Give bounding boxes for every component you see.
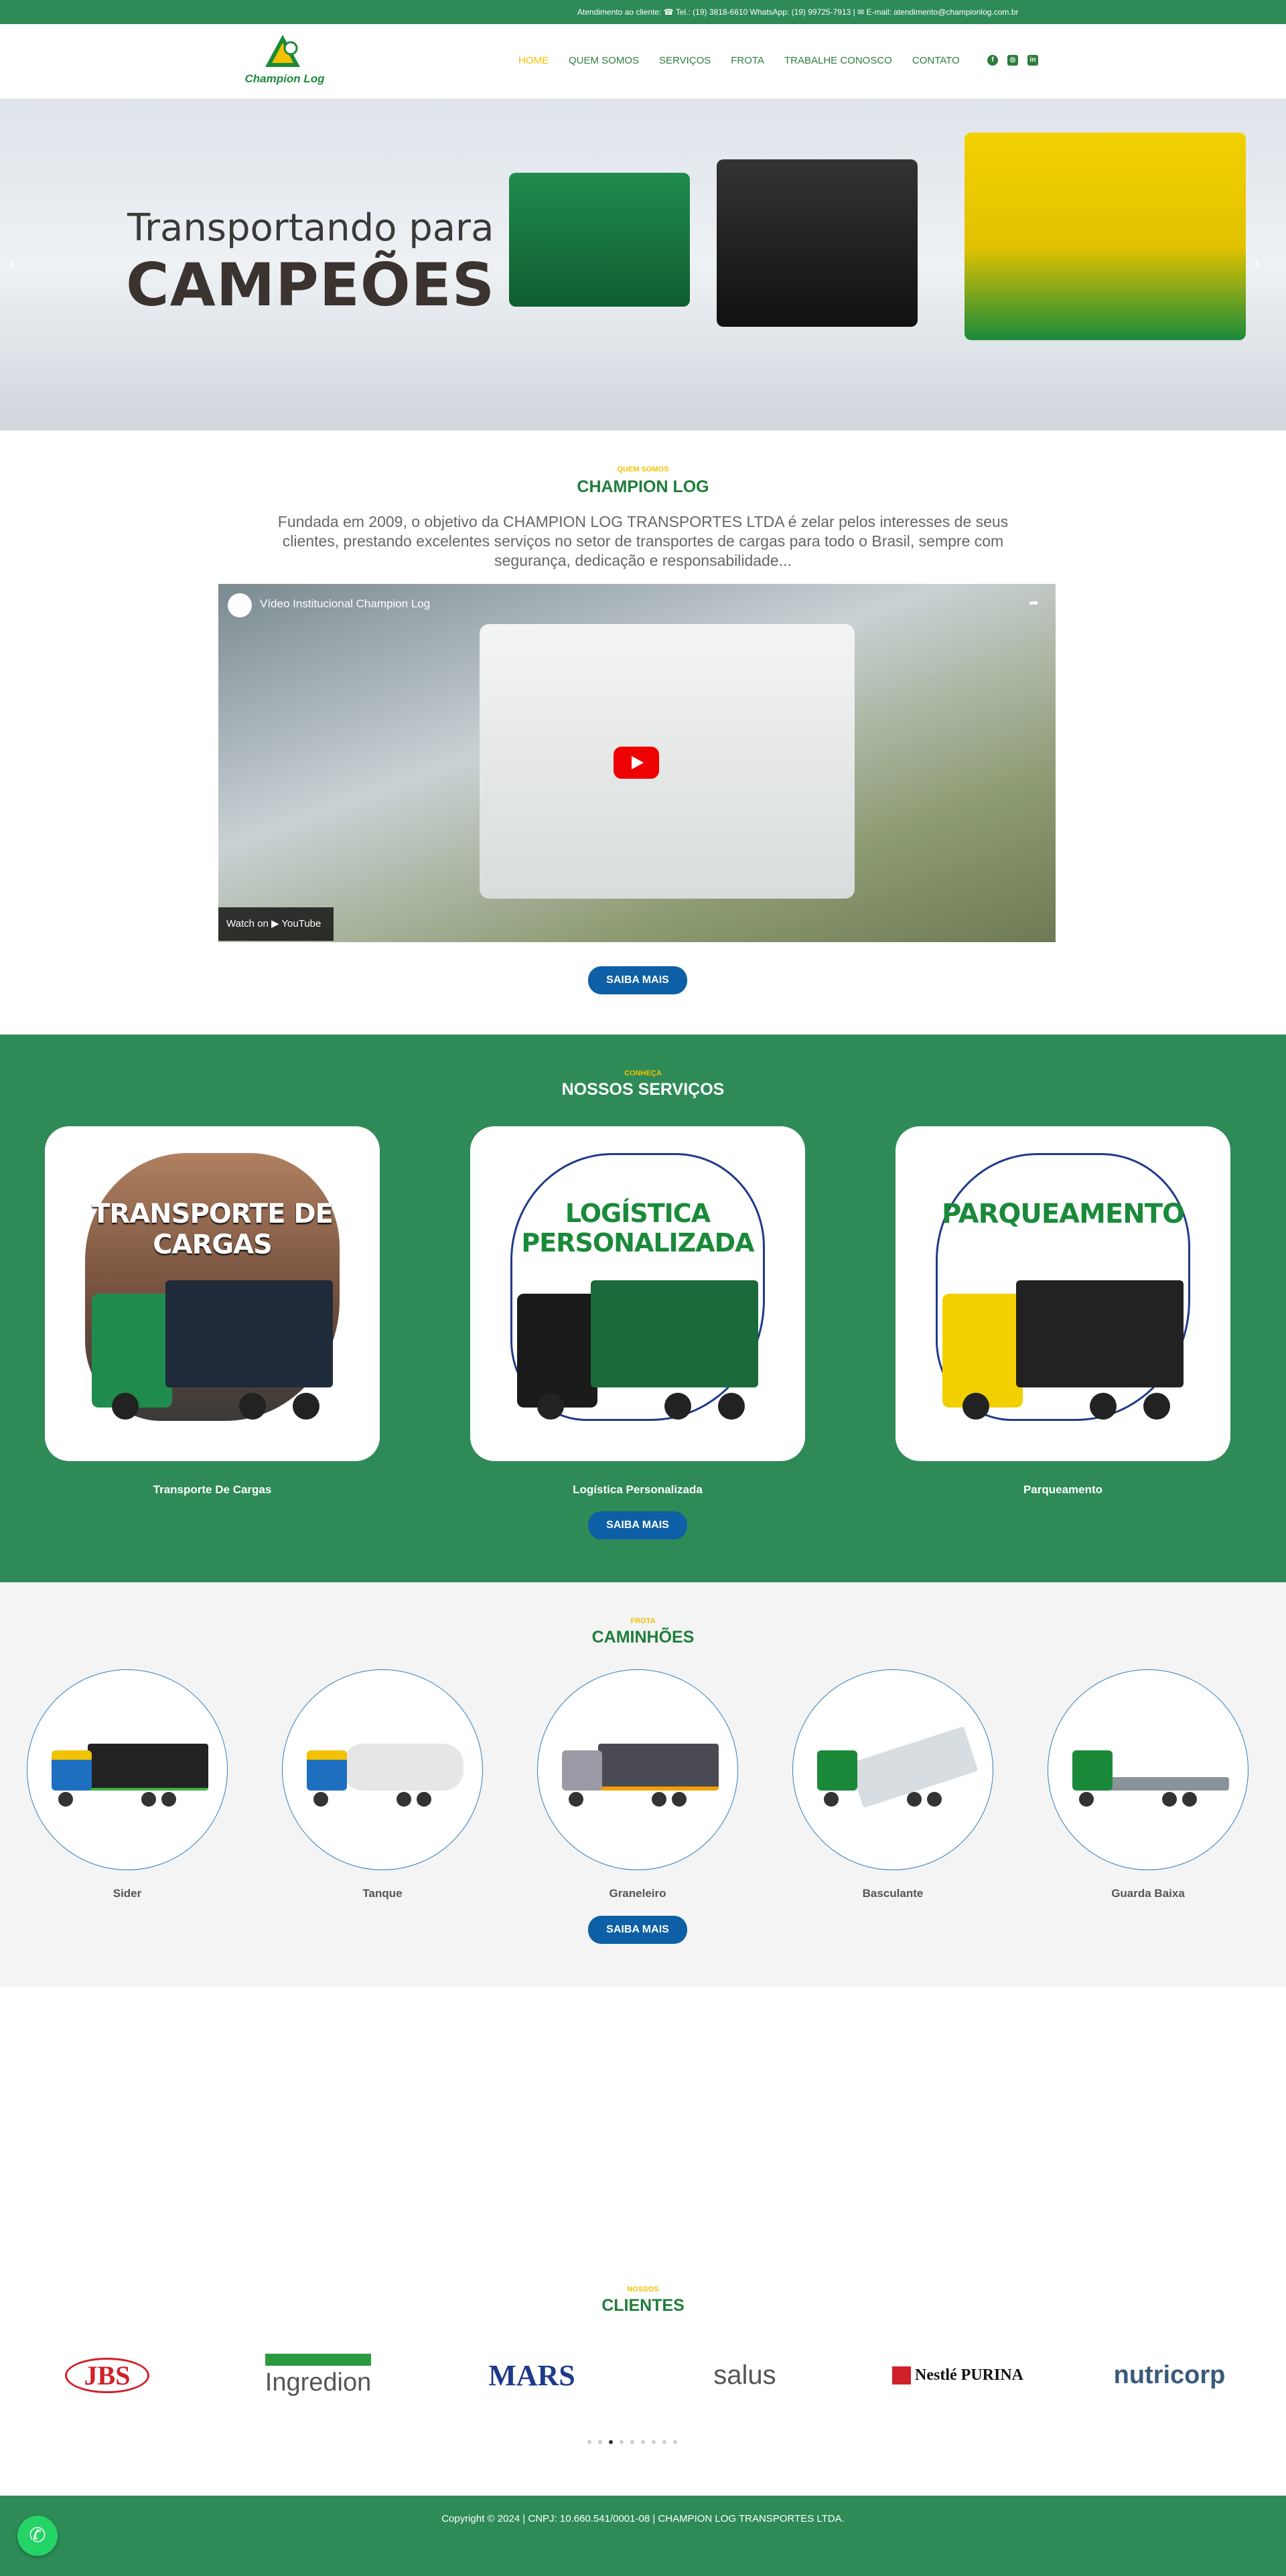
service-card-title: TRANSPORTE DE CARGAS (92, 1199, 334, 1260)
nav-contato[interactable]: CONTATO (912, 55, 960, 70)
video-title[interactable]: Vídeo Institucional Champion Log (260, 597, 430, 611)
hero-truck-black (717, 159, 918, 327)
hero-slider: Transportando para CAMPEÕES ‹ › (0, 99, 1286, 431)
clients-section: NOSSOS CLIENTES JBS Ingredion MARS salus… (0, 1987, 1286, 2496)
clients-title: CLIENTES (601, 2296, 685, 2315)
about-kicker: QUEM SOMOS (617, 465, 669, 473)
channel-avatar[interactable] (228, 593, 252, 617)
contact-info: Atendimento ao cliente: ☎ Tel.: (19) 381… (577, 7, 1019, 17)
service-card-transporte[interactable]: TRANSPORTE DE CARGAS (45, 1126, 380, 1461)
client-logo-ingredion: Ingredion (251, 2348, 385, 2402)
about-description: Fundada em 2009, o objetivo da CHAMPION … (277, 513, 1009, 569)
client-logo-mars: MARS (465, 2348, 599, 2402)
instagram-icon[interactable]: ◎ (1007, 55, 1018, 66)
about-title: CHAMPION LOG (577, 477, 709, 496)
watch-on-youtube[interactable]: Watch on ▶ YouTube (218, 907, 334, 941)
whatsapp-button-icon[interactable]: ✆ (17, 2516, 58, 2556)
client-logo-text: nutricorp (1113, 2360, 1226, 2389)
truck-image (942, 1280, 1184, 1421)
truck-image (92, 1280, 333, 1421)
top-info-bar: Atendimento ao cliente: ☎ Tel.: (19) 381… (0, 0, 1286, 24)
carousel-dot[interactable] (620, 2440, 624, 2444)
site-footer: Copyright © 2024 | CNPJ: 10.660.541/0001… (0, 2496, 1286, 2576)
carousel-dot[interactable] (630, 2440, 634, 2444)
fleet-item-graneleiro[interactable] (537, 1669, 738, 1870)
fleet-label: Basculante (862, 1887, 924, 1900)
carousel-dot[interactable] (673, 2440, 677, 2444)
client-logo-text: salus (713, 2360, 776, 2390)
carousel-dot[interactable] (652, 2440, 656, 2444)
fleet-title: CAMINHÕES (591, 1628, 695, 1647)
service-card-parqueamento[interactable]: PARQUEAMENTO (896, 1126, 1230, 1461)
slider-next-icon[interactable]: › (1254, 253, 1260, 275)
nav-servicos[interactable]: SERVIÇOS (659, 55, 711, 70)
footer-copyright: Copyright © 2024 | CNPJ: 10.660.541/0001… (441, 2513, 845, 2524)
video-truck-image (480, 624, 855, 899)
carousel-dot[interactable] (662, 2440, 666, 2444)
logo-mark-icon (265, 35, 300, 67)
fleet-label: Graneleiro (609, 1887, 666, 1900)
client-logo-nestle-purina: Nestlé PURINA (891, 2348, 1025, 2402)
service-label: Transporte De Cargas (153, 1483, 272, 1496)
truck-image (517, 1280, 758, 1421)
fleet-label: Tanque (362, 1887, 403, 1900)
play-button[interactable] (614, 747, 659, 779)
client-logo-text: Ingredion (265, 2353, 372, 2397)
fleet-label: Sider (113, 1887, 142, 1900)
client-logo-text: MARS (488, 2358, 575, 2392)
site-logo[interactable]: Champion Log (234, 33, 335, 88)
linkedin-icon[interactable]: in (1027, 55, 1038, 66)
site-header: Champion Log HOME QUEM SOMOS SERVIÇOS FR… (0, 24, 1286, 99)
carousel-dot[interactable] (587, 2440, 591, 2444)
about-saiba-mais-button[interactable]: SAIBA MAIS (588, 966, 687, 994)
service-card-logistica[interactable]: LOGÍSTICA PERSONALIZADA (470, 1126, 805, 1461)
fleet-item-tanque[interactable] (282, 1669, 483, 1870)
institutional-video[interactable]: Vídeo Institucional Champion Log ➦ Watch… (218, 584, 1056, 942)
carousel-dot-active[interactable] (609, 2440, 613, 2444)
fleet-item-guarda-baixa[interactable] (1048, 1669, 1248, 1870)
client-logo-salus: salus (678, 2348, 812, 2402)
nav-quem-somos[interactable]: QUEM SOMOS (569, 55, 639, 70)
fleet-label: Guarda Baixa (1111, 1887, 1185, 1900)
services-section: CONHEÇA NOSSOS SERVIÇOS TRANSPORTE DE CA… (0, 1035, 1286, 1582)
hero-headline-line1: Transportando para (127, 206, 494, 250)
nav-frota[interactable]: FROTA (731, 55, 764, 70)
hero-truck-green (509, 173, 690, 307)
nav-home[interactable]: HOME (518, 55, 549, 70)
client-logo-nutricorp: nutricorp (1102, 2348, 1236, 2402)
fleet-section: FROTA CAMINHÕES Sider Tanque Graneleiro … (0, 1582, 1286, 1987)
hero-truck-yellow (964, 133, 1246, 340)
service-label: Logística Personalizada (573, 1483, 703, 1496)
nav-trabalhe-conosco[interactable]: TRABALHE CONOSCO (784, 55, 892, 70)
main-nav: HOME QUEM SOMOS SERVIÇOS FROTA TRABALHE … (518, 55, 960, 70)
social-links: f ◎ in (987, 55, 1038, 66)
facebook-icon[interactable]: f (987, 55, 998, 66)
services-kicker: CONHEÇA (624, 1069, 662, 1077)
service-card-title: PARQUEAMENTO (941, 1199, 1185, 1229)
fleet-item-basculante[interactable] (792, 1669, 993, 1870)
service-card-title: LOGÍSTICA PERSONALIZADA (521, 1199, 754, 1258)
service-label: Parqueamento (1023, 1483, 1103, 1496)
share-icon[interactable]: ➦ (1029, 596, 1039, 610)
client-logo-text: JBS (64, 2357, 150, 2393)
hero-headline-line2: CAMPEÕES (126, 250, 496, 319)
carousel-dot[interactable] (641, 2440, 645, 2444)
services-title: NOSSOS SERVIÇOS (561, 1080, 725, 1099)
slider-prev-icon[interactable]: ‹ (9, 253, 15, 275)
carousel-dots (587, 2440, 677, 2444)
carousel-dot[interactable] (598, 2440, 602, 2444)
clients-kicker: NOSSOS (627, 2285, 659, 2293)
client-logo-jbs: JBS (40, 2348, 174, 2402)
fleet-saiba-mais-button[interactable]: SAIBA MAIS (588, 1916, 687, 1944)
client-logo-text: Nestlé PURINA (892, 2366, 1023, 2384)
services-saiba-mais-button[interactable]: SAIBA MAIS (588, 1511, 687, 1539)
fleet-item-sider[interactable] (27, 1669, 228, 1870)
about-section: QUEM SOMOS CHAMPION LOG Fundada em 2009,… (0, 431, 1286, 1035)
fleet-kicker: FROTA (630, 1617, 656, 1625)
logo-text: Champion Log (244, 72, 325, 85)
